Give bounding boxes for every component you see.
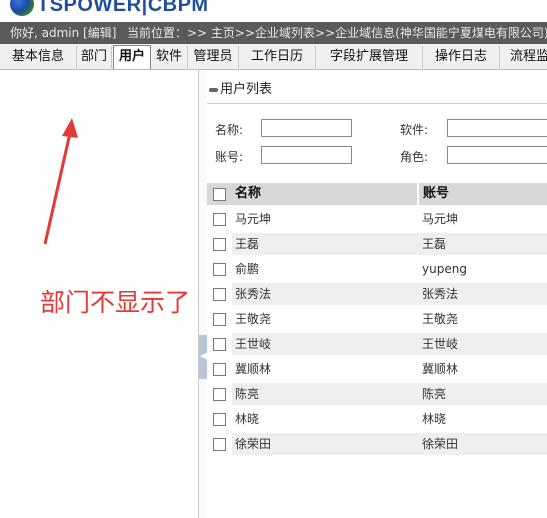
user-account-cell: 王世岐 [419, 333, 547, 355]
user-name-cell: 马元坤 [235, 212, 272, 226]
table-row[interactable]: 张秀法 张秀法 [207, 283, 547, 308]
account-column-header[interactable]: 账号 [423, 183, 449, 205]
user-account-cell: 张秀法 [419, 283, 547, 305]
row-checkbox[interactable] [213, 238, 226, 251]
collapse-handle[interactable]: ◀ [199, 335, 208, 379]
panel-title: 用户列表 [209, 78, 272, 97]
user-name-cell: 林晓 [235, 412, 260, 426]
column-separator [417, 183, 419, 205]
user-account-cell: 徐荣田 [419, 433, 547, 455]
select-all-checkbox[interactable] [213, 188, 226, 201]
user-list-panel: 用户列表 名称: 软件: 账号: 角色: 名称 账号 马元坤 马元坤 王磊 王磊 俞鹏 y… [207, 70, 547, 518]
role-input[interactable] [447, 146, 547, 164]
row-checkbox[interactable] [213, 263, 226, 276]
name-label: 名称: [215, 123, 244, 137]
user-name-cell: 陈亮 [232, 383, 420, 405]
user-account-cell: 林晓 [422, 412, 447, 426]
annotation-text: 部门不显示了 [40, 288, 191, 317]
table-row[interactable]: 俞鹏 yupeng [207, 258, 547, 283]
user-account-cell: 王敬尧 [422, 312, 459, 326]
dash-icon [209, 87, 218, 92]
table-row[interactable]: 王磊 王磊 [207, 233, 547, 258]
row-checkbox[interactable] [213, 213, 226, 226]
row-checkbox[interactable] [213, 363, 226, 376]
user-name-cell: 冀顺林 [235, 362, 272, 376]
software-label: 软件: [400, 123, 429, 137]
user-name-cell: 俞鹏 [235, 262, 260, 276]
user-name-cell: 张秀法 [232, 283, 420, 305]
account-label: 账号: [215, 150, 244, 164]
row-checkbox[interactable] [213, 338, 226, 351]
grid-header: 名称 账号 [207, 183, 547, 205]
user-name-cell: 王磊 [232, 233, 420, 255]
row-checkbox[interactable] [213, 288, 226, 301]
user-name-cell: 王世岐 [232, 333, 420, 355]
table-row[interactable]: 马元坤 马元坤 [207, 208, 547, 233]
table-row[interactable]: 冀顺林 冀顺林 [207, 358, 547, 383]
role-label: 角色: [400, 150, 429, 164]
name-column-header[interactable]: 名称 [235, 183, 261, 205]
user-account-cell: 王磊 [419, 233, 547, 255]
table-row[interactable]: 王世岐 王世岐 [207, 333, 547, 358]
table-row[interactable]: 王敬尧 王敬尧 [207, 308, 547, 333]
table-row[interactable]: 林晓 林晓 [207, 408, 547, 433]
row-checkbox[interactable] [213, 388, 226, 401]
table-row[interactable]: 陈亮 陈亮 [207, 383, 547, 408]
row-checkbox[interactable] [213, 438, 226, 451]
software-input[interactable] [447, 119, 547, 137]
row-checkbox[interactable] [213, 313, 226, 326]
account-input[interactable] [261, 146, 352, 164]
user-name-cell: 王敬尧 [235, 312, 272, 326]
user-account-cell: 马元坤 [422, 212, 459, 226]
user-name-cell: 徐荣田 [232, 433, 420, 455]
table-row[interactable]: 徐荣田 徐荣田 [207, 433, 547, 458]
user-account-cell: yupeng [422, 262, 467, 276]
name-input[interactable] [261, 119, 352, 137]
divider [207, 103, 547, 104]
panel-title-text: 用户列表 [220, 82, 273, 97]
row-checkbox[interactable] [213, 413, 226, 426]
user-account-cell: 陈亮 [419, 383, 547, 405]
user-account-cell: 冀顺林 [422, 362, 459, 376]
